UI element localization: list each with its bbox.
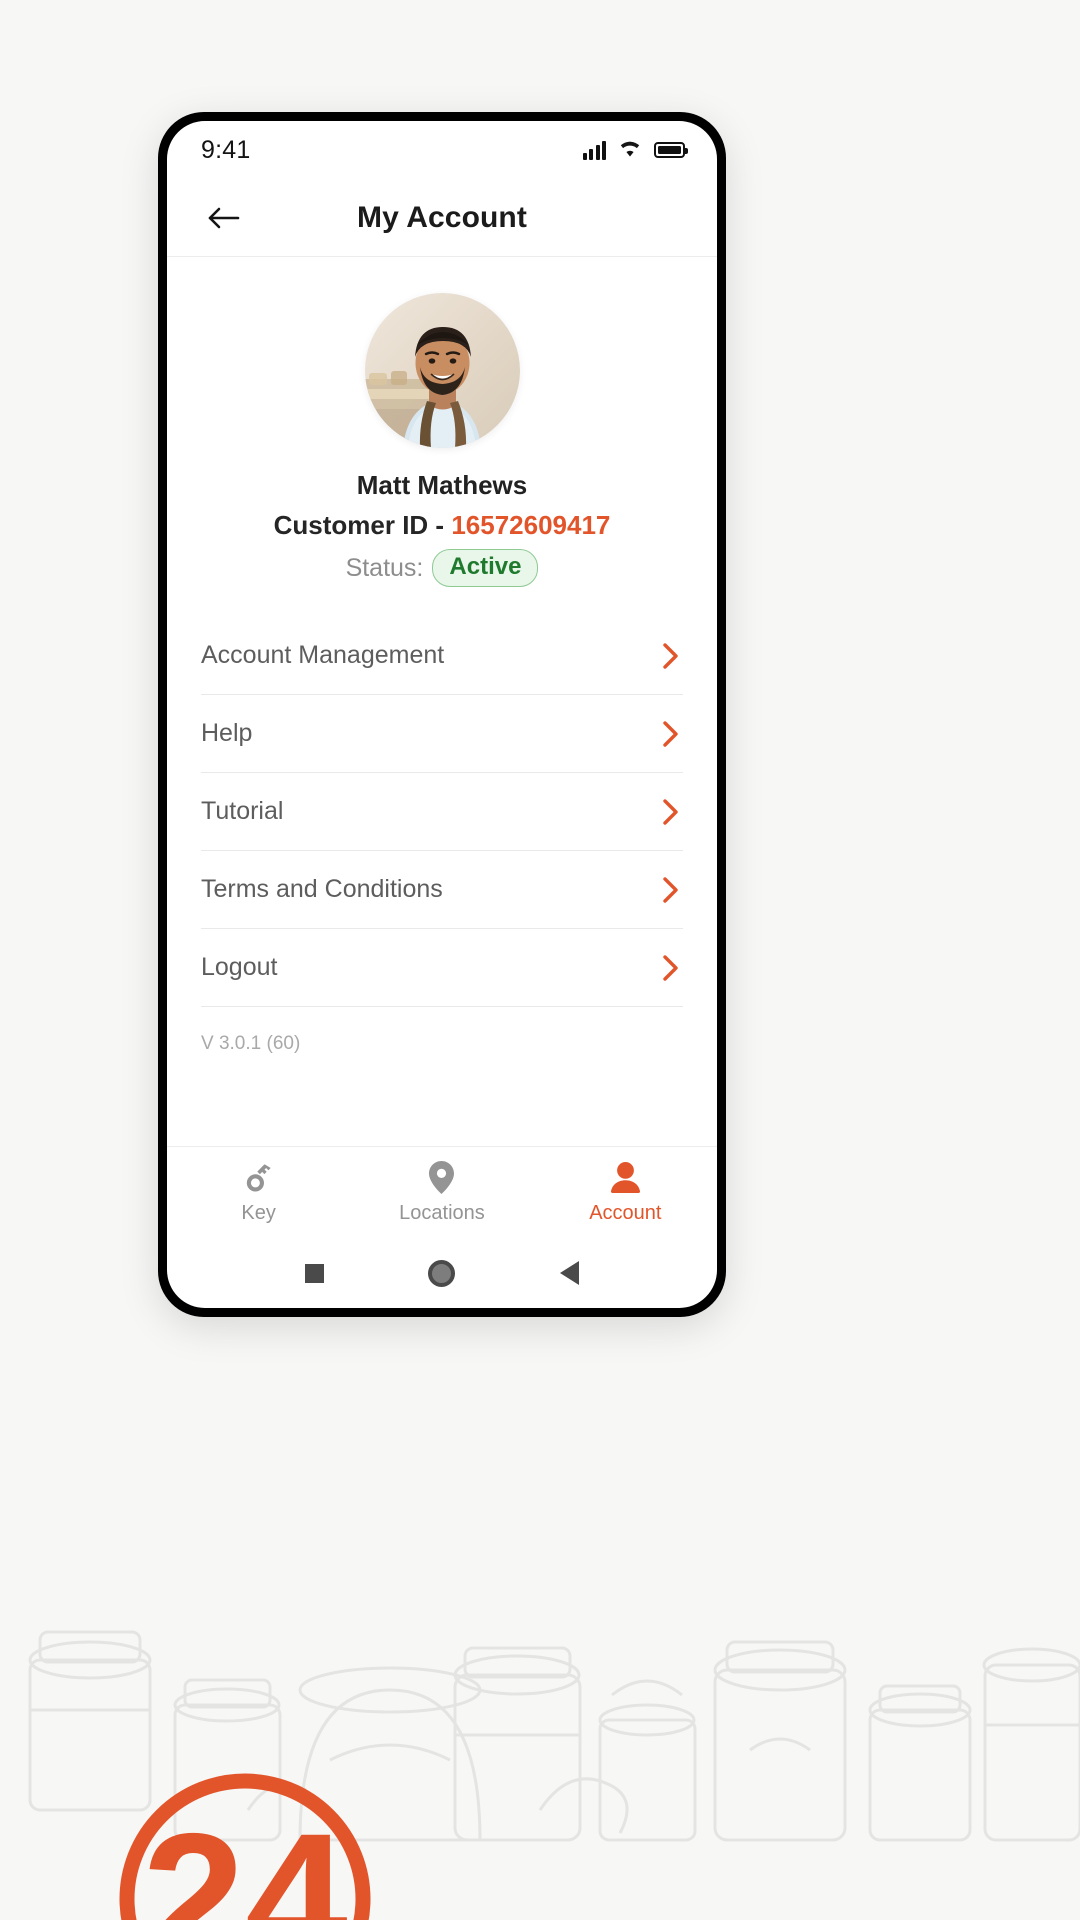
tab-key[interactable]: Key bbox=[167, 1161, 350, 1225]
svg-text:24: 24 bbox=[142, 1796, 348, 1920]
profile-section: Matt Mathews Customer ID - 16572609417 S… bbox=[167, 257, 717, 588]
square-recents-icon[interactable] bbox=[305, 1263, 325, 1283]
menu-item-logout[interactable]: Logout bbox=[201, 929, 683, 1008]
tab-account[interactable]: Account bbox=[534, 1161, 717, 1225]
chevron-right-icon bbox=[657, 719, 683, 749]
avatar bbox=[364, 293, 520, 448]
settings-menu: Account Management Help Tutorial Terms a… bbox=[167, 617, 717, 1008]
menu-item-label: Tutorial bbox=[201, 797, 284, 826]
status-label: Status: bbox=[345, 553, 424, 582]
menu-item-label: Terms and Conditions bbox=[201, 875, 443, 904]
tab-label: Account bbox=[589, 1201, 662, 1224]
chevron-right-icon bbox=[657, 797, 683, 827]
chevron-right-icon bbox=[657, 641, 683, 671]
status-time: 9:41 bbox=[201, 135, 251, 164]
status-bar: 9:41 bbox=[167, 121, 717, 179]
signal-icon bbox=[582, 140, 606, 160]
app-header: My Account bbox=[167, 179, 717, 257]
user-avatar-photo bbox=[364, 293, 520, 448]
status-line: Status: Active bbox=[345, 549, 539, 588]
menu-item-help[interactable]: Help bbox=[201, 695, 683, 774]
phone-mockup: 9:41 My Account Matt Mathews Customer ID… bbox=[158, 112, 726, 1317]
tab-label: Key bbox=[241, 1201, 276, 1224]
customer-id-label: Customer ID - bbox=[273, 510, 452, 540]
status-badge: Active bbox=[432, 549, 539, 588]
menu-item-label: Help bbox=[201, 719, 253, 748]
chevron-right-icon bbox=[657, 875, 683, 905]
tab-locations[interactable]: Locations bbox=[350, 1161, 533, 1225]
customer-id: Customer ID - 16572609417 bbox=[274, 510, 611, 541]
bottom-tab-bar: Key Locations Account bbox=[167, 1146, 717, 1238]
triangle-back-icon[interactable] bbox=[559, 1261, 579, 1285]
battery-icon bbox=[654, 142, 688, 158]
map-pin-icon bbox=[428, 1161, 455, 1195]
back-button[interactable] bbox=[197, 191, 251, 245]
background-illustration bbox=[0, 1500, 1080, 1920]
customer-id-value: 16572609417 bbox=[451, 510, 611, 540]
menu-item-tutorial[interactable]: Tutorial bbox=[201, 773, 683, 852]
circle-home-icon[interactable] bbox=[428, 1259, 456, 1287]
menu-item-terms-and-conditions[interactable]: Terms and Conditions bbox=[201, 851, 683, 930]
menu-item-label: Logout bbox=[201, 953, 278, 982]
phone-screen: 9:41 My Account Matt Mathews Customer ID… bbox=[167, 121, 717, 1308]
user-name: Matt Mathews bbox=[356, 470, 528, 500]
person-icon bbox=[610, 1161, 640, 1195]
tab-label: Locations bbox=[399, 1201, 485, 1224]
menu-item-account-management[interactable]: Account Management bbox=[201, 617, 683, 696]
page-content: Matt Mathews Customer ID - 16572609417 S… bbox=[167, 257, 717, 1146]
chevron-right-icon bbox=[657, 953, 683, 983]
app-version: V 3.0.1 (60) bbox=[201, 1033, 301, 1055]
brand-logo-24: 24 bbox=[112, 1766, 378, 1920]
arrow-left-icon bbox=[208, 207, 240, 228]
status-icons bbox=[582, 138, 688, 162]
wifi-icon bbox=[617, 138, 643, 162]
android-nav-bar bbox=[167, 1238, 717, 1308]
key-icon bbox=[244, 1161, 274, 1195]
menu-item-label: Account Management bbox=[201, 641, 445, 670]
